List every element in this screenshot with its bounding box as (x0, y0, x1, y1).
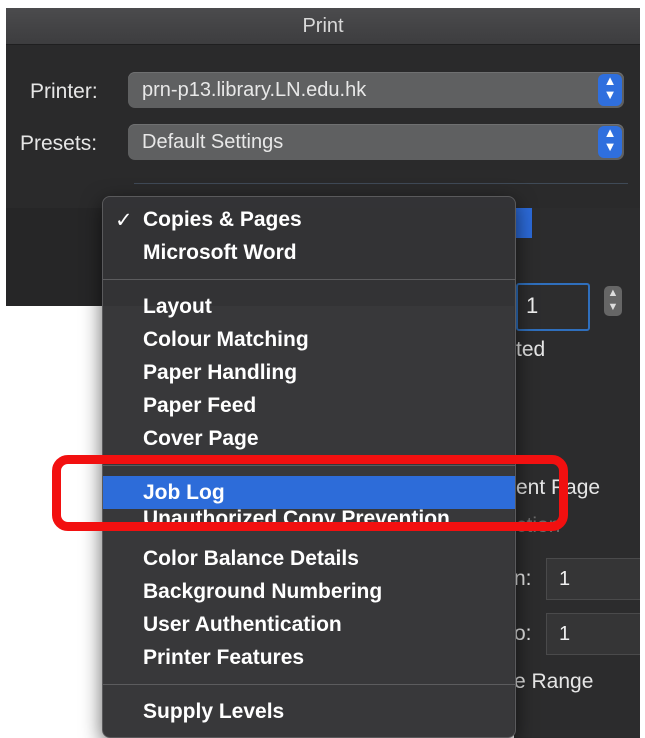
printer-label: Printer: (30, 80, 98, 103)
menu-item-background-numbering[interactable]: Background Numbering (103, 575, 515, 608)
menu-divider (103, 684, 515, 685)
panel-selector-popup[interactable] (516, 208, 532, 238)
presets-popup-stepper-icon: ▲ ▼ (598, 126, 622, 158)
to-label: o: (514, 622, 532, 645)
presets-value: Default Settings (142, 131, 284, 153)
copies-field[interactable]: 1 (516, 283, 590, 331)
menu-item-paper-feed[interactable]: Paper Feed (103, 389, 515, 422)
checkmark-icon: ✓ (115, 209, 133, 232)
printer-popup-stepper-icon: ▲ ▼ (598, 74, 622, 106)
menu-item-microsoft-word[interactable]: Microsoft Word (103, 236, 515, 269)
menu-item-unauthorized-copy-prevention[interactable]: Unauthorized Copy Prevention (103, 509, 515, 532)
current-page-option[interactable]: ent Page (516, 476, 600, 500)
printer-popup[interactable]: prn-p13.library.LN.edu.hk ▲ ▼ (128, 72, 624, 108)
window-title: Print (6, 8, 640, 45)
menu-item-layout[interactable]: Layout (103, 290, 515, 323)
presets-popup[interactable]: Default Settings ▲ ▼ (128, 124, 624, 160)
menu-item-supply-levels[interactable]: Supply Levels (103, 695, 515, 728)
menu-item-paper-handling[interactable]: Paper Handling (103, 356, 515, 389)
collated-label: ted (516, 338, 546, 361)
page-range-option[interactable]: e Range (514, 670, 593, 694)
panel-menu: ✓ Copies & Pages Microsoft Word Layout C… (102, 196, 516, 738)
menu-item-cover-page[interactable]: Cover Page (103, 422, 515, 455)
menu-divider (103, 279, 515, 280)
separator (134, 183, 628, 184)
from-label: n: (514, 567, 532, 590)
selection-option: ction (516, 514, 561, 537)
presets-label: Presets: (20, 132, 98, 155)
menu-item-job-log[interactable]: Job Log (103, 476, 515, 509)
menu-item-colour-matching[interactable]: Colour Matching (103, 323, 515, 356)
to-field[interactable]: 1 (546, 613, 640, 655)
menu-item-user-authentication[interactable]: User Authentication (103, 608, 515, 641)
printer-value: prn-p13.library.LN.edu.hk (142, 79, 367, 101)
menu-item-color-balance-details[interactable]: Color Balance Details (103, 542, 515, 575)
copies-stepper-icon[interactable]: ▲ ▼ (604, 286, 622, 316)
menu-item-copies-pages[interactable]: ✓ Copies & Pages (103, 203, 515, 236)
menu-divider (103, 465, 515, 466)
from-field[interactable]: 1 (546, 558, 640, 600)
menu-item-printer-features[interactable]: Printer Features (103, 641, 515, 674)
